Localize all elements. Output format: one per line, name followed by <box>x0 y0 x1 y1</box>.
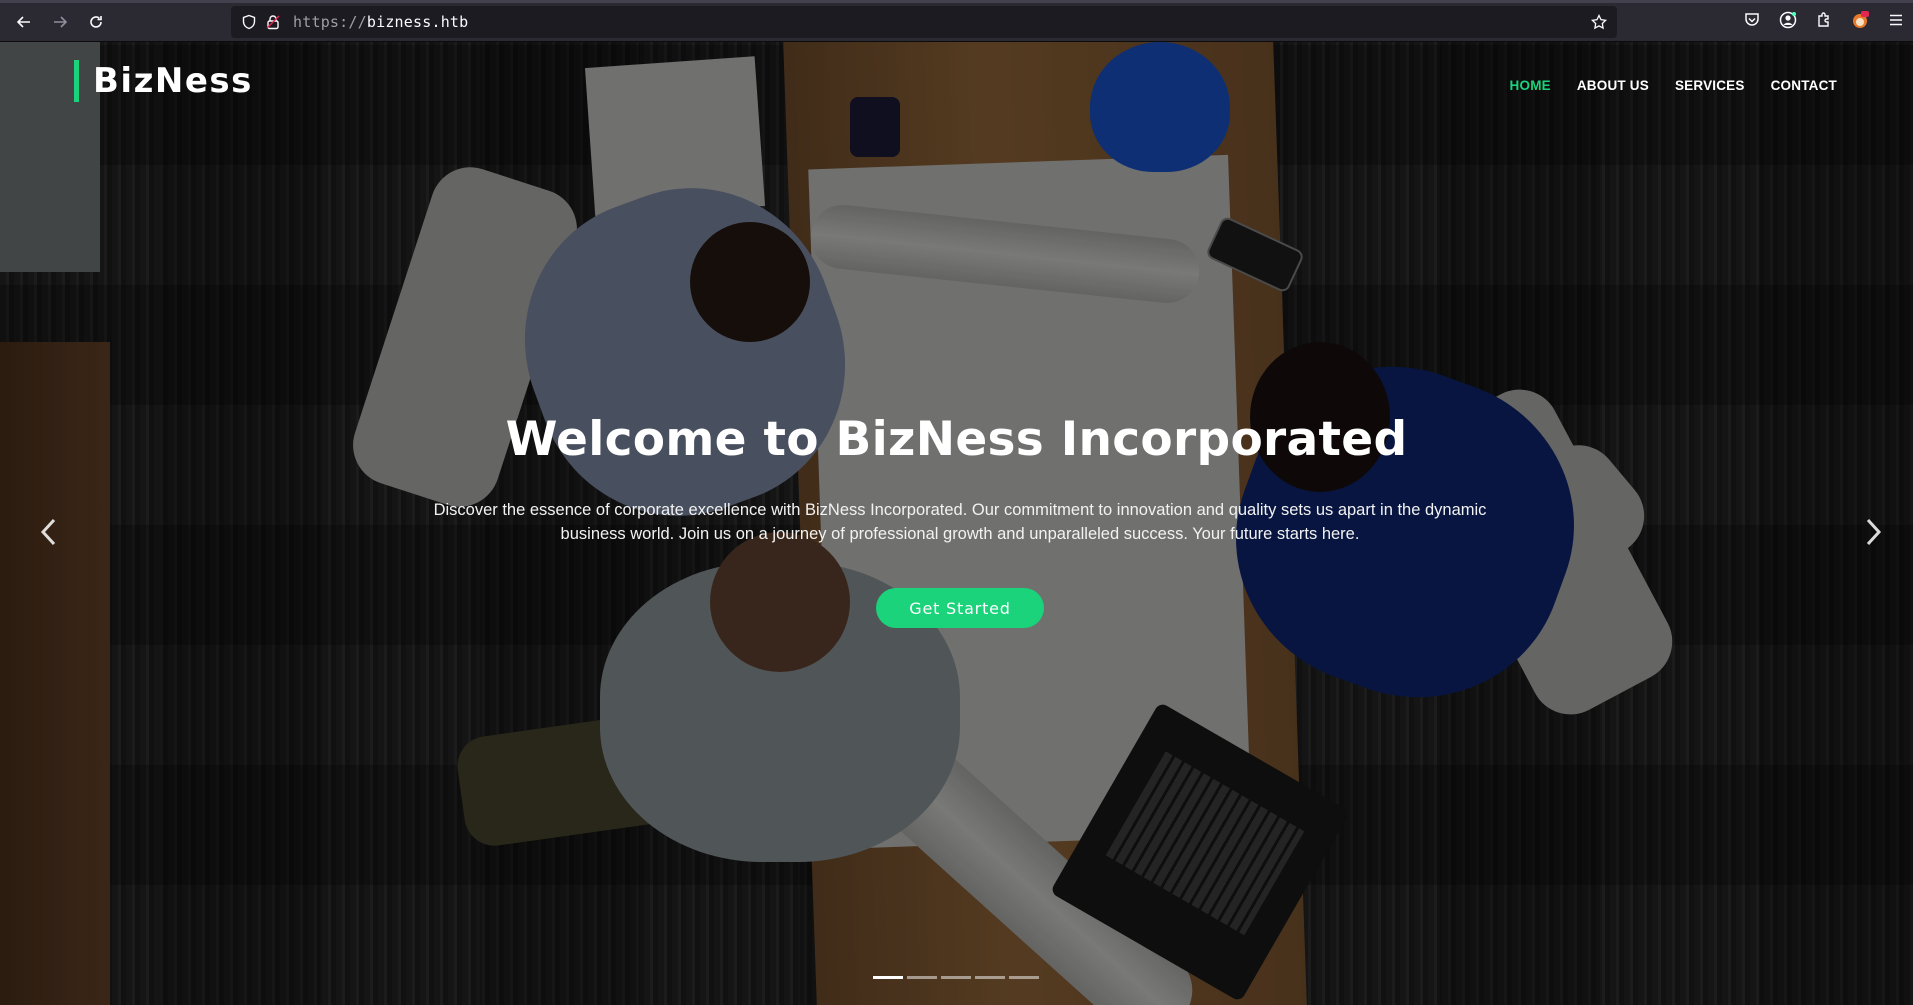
chevron-right-icon <box>1866 518 1882 546</box>
account-icon[interactable] <box>1779 11 1797 29</box>
pocket-icon[interactable] <box>1743 11 1761 29</box>
chevron-left-icon <box>40 518 56 546</box>
browser-toolbar: https://bizness.htb <box>0 0 1913 42</box>
hero-description: Discover the essence of corporate excell… <box>400 498 1520 546</box>
fox-extension-icon[interactable] <box>1851 11 1869 29</box>
hero-title: Welcome to BizNess Incorporated <box>505 412 1408 467</box>
site-logo-text: BizNess <box>93 61 253 101</box>
nav-about-us[interactable]: ABOUT US <box>1577 78 1649 93</box>
site-logo[interactable]: BizNess <box>74 60 253 102</box>
star-icon[interactable] <box>1591 14 1607 30</box>
url-host: bizness.htb <box>366 13 469 31</box>
hero-description-line: business world. Join us on a journey of … <box>560 525 1360 543</box>
carousel-indicator[interactable] <box>873 976 903 979</box>
forward-button[interactable] <box>48 10 72 34</box>
reload-button[interactable] <box>84 10 108 34</box>
carousel-next-button[interactable] <box>1858 512 1888 552</box>
hero-description-line: Discover the essence of corporate excell… <box>433 501 1487 519</box>
carousel-indicator[interactable] <box>907 976 937 979</box>
carousel-indicator[interactable] <box>1009 976 1039 979</box>
back-icon <box>16 16 30 28</box>
hero-section: BizNess HOME ABOUT US SERVICES CONTACT W… <box>0 42 1913 1005</box>
carousel-prev-button[interactable] <box>34 512 64 552</box>
main-nav: HOME ABOUT US SERVICES CONTACT <box>1510 78 1837 93</box>
extensions-icon[interactable] <box>1815 11 1833 29</box>
nav-home[interactable]: HOME <box>1510 78 1551 93</box>
url-text[interactable]: https://bizness.htb <box>293 13 468 31</box>
url-protocol: https:// <box>293 13 367 31</box>
get-started-button[interactable]: Get Started <box>876 588 1044 628</box>
lock-icon[interactable] <box>265 14 281 30</box>
carousel-indicator[interactable] <box>941 976 971 979</box>
carousel-indicator[interactable] <box>975 976 1005 979</box>
forward-icon <box>54 16 68 28</box>
shield-icon[interactable] <box>241 14 257 30</box>
nav-contact[interactable]: CONTACT <box>1771 78 1837 93</box>
carousel-indicators <box>873 976 1039 979</box>
back-button[interactable] <box>12 10 36 34</box>
nav-services[interactable]: SERVICES <box>1675 78 1745 93</box>
url-bar[interactable]: https://bizness.htb <box>231 6 1617 38</box>
reload-icon <box>90 16 102 28</box>
menu-icon[interactable] <box>1887 11 1905 29</box>
